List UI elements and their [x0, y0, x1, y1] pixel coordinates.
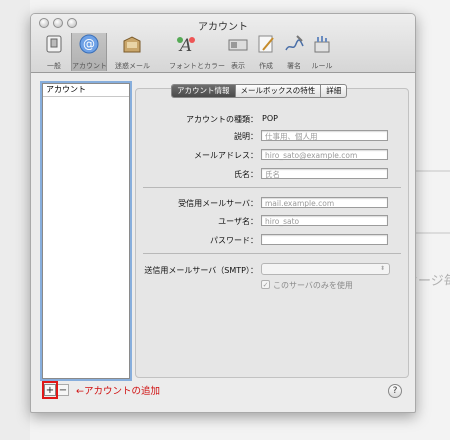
- rules-icon: [314, 36, 330, 53]
- smtp-server-label: 送信用メールサーバ（SMTP）：: [144, 266, 258, 275]
- tab-account-info[interactable]: アカウント情報: [172, 85, 236, 97]
- background-left-window: [0, 0, 30, 440]
- description-label: 説明：: [234, 132, 258, 141]
- account-type-label: アカウントの種類：: [186, 115, 258, 124]
- toolbar-label: ルール: [311, 62, 333, 70]
- username-field[interactable]: hiro_sato: [261, 215, 388, 226]
- smtp-only-label: このサーバのみを使用: [273, 281, 353, 290]
- at-sign-icon: @: [79, 34, 99, 54]
- fullname-label: 氏名：: [234, 170, 258, 179]
- description-field[interactable]: 仕事用、個人用: [261, 130, 388, 141]
- toolbar-label: アカウント: [72, 62, 107, 70]
- email-field[interactable]: hiro_sato@example.com: [261, 149, 388, 160]
- window-title: アカウント: [198, 22, 248, 33]
- junk-mail-icon: [123, 36, 141, 53]
- toolbar-label: 迷惑メール: [115, 62, 150, 70]
- email-label: メールアドレス：: [194, 151, 258, 160]
- tab-advanced[interactable]: 詳細: [321, 85, 346, 97]
- title-bar: アカウント 一般 @ アカウント 迷惑メール A フォントとカラー 表示 作成: [31, 14, 415, 73]
- section-divider: [143, 187, 401, 188]
- help-button[interactable]: ?: [388, 384, 402, 398]
- section-divider: [143, 253, 401, 254]
- account-type-value: POP: [262, 114, 278, 123]
- toolbar-general[interactable]: 一般: [37, 33, 71, 71]
- toolbar-accounts[interactable]: @ アカウント: [71, 33, 107, 71]
- password-field[interactable]: [261, 234, 388, 245]
- smtp-only-checkbox[interactable]: ✓: [261, 280, 270, 289]
- toolbar-rules[interactable]: ルール: [305, 33, 339, 71]
- toolbar-fonts-colors[interactable]: A フォントとカラー: [169, 33, 225, 71]
- general-switch-icon: [46, 35, 62, 53]
- tab-mailbox-behaviors[interactable]: メールボックスの特性: [236, 85, 322, 97]
- incoming-server-label: 受信用メールサーバ：: [178, 199, 258, 208]
- highlight-box: [42, 381, 58, 399]
- popup-arrows-icon: ⬍: [379, 265, 385, 272]
- fonts-colors-icon: A: [177, 36, 195, 56]
- compose-icon: [258, 35, 274, 53]
- display-icon: [228, 39, 248, 51]
- toolbar-junk-mail[interactable]: 迷惑メール: [115, 33, 150, 71]
- toolbar-label: フォントとカラー: [169, 62, 225, 70]
- password-label: パスワード：: [210, 236, 258, 245]
- accounts-list[interactable]: アカウント: [42, 83, 130, 379]
- add-account-annotation: ←アカウントの追加: [76, 386, 160, 397]
- fullname-field[interactable]: 氏名: [261, 168, 388, 179]
- username-label: ユーザ名：: [218, 217, 258, 226]
- accounts-list-header: アカウント: [43, 84, 129, 97]
- smtp-server-popup[interactable]: ⬍: [261, 263, 390, 275]
- toolbar-label: 一般: [47, 62, 61, 70]
- account-tabs: アカウント情報 メールボックスの特性 詳細: [171, 84, 348, 98]
- preferences-window: アカウント 一般 @ アカウント 迷惑メール A フォントとカラー 表示 作成: [30, 13, 416, 413]
- svg-text:@: @: [83, 37, 95, 51]
- remove-account-button[interactable]: −: [57, 384, 69, 396]
- incoming-server-field[interactable]: mail.example.com: [261, 197, 388, 208]
- signature-icon: [285, 35, 304, 51]
